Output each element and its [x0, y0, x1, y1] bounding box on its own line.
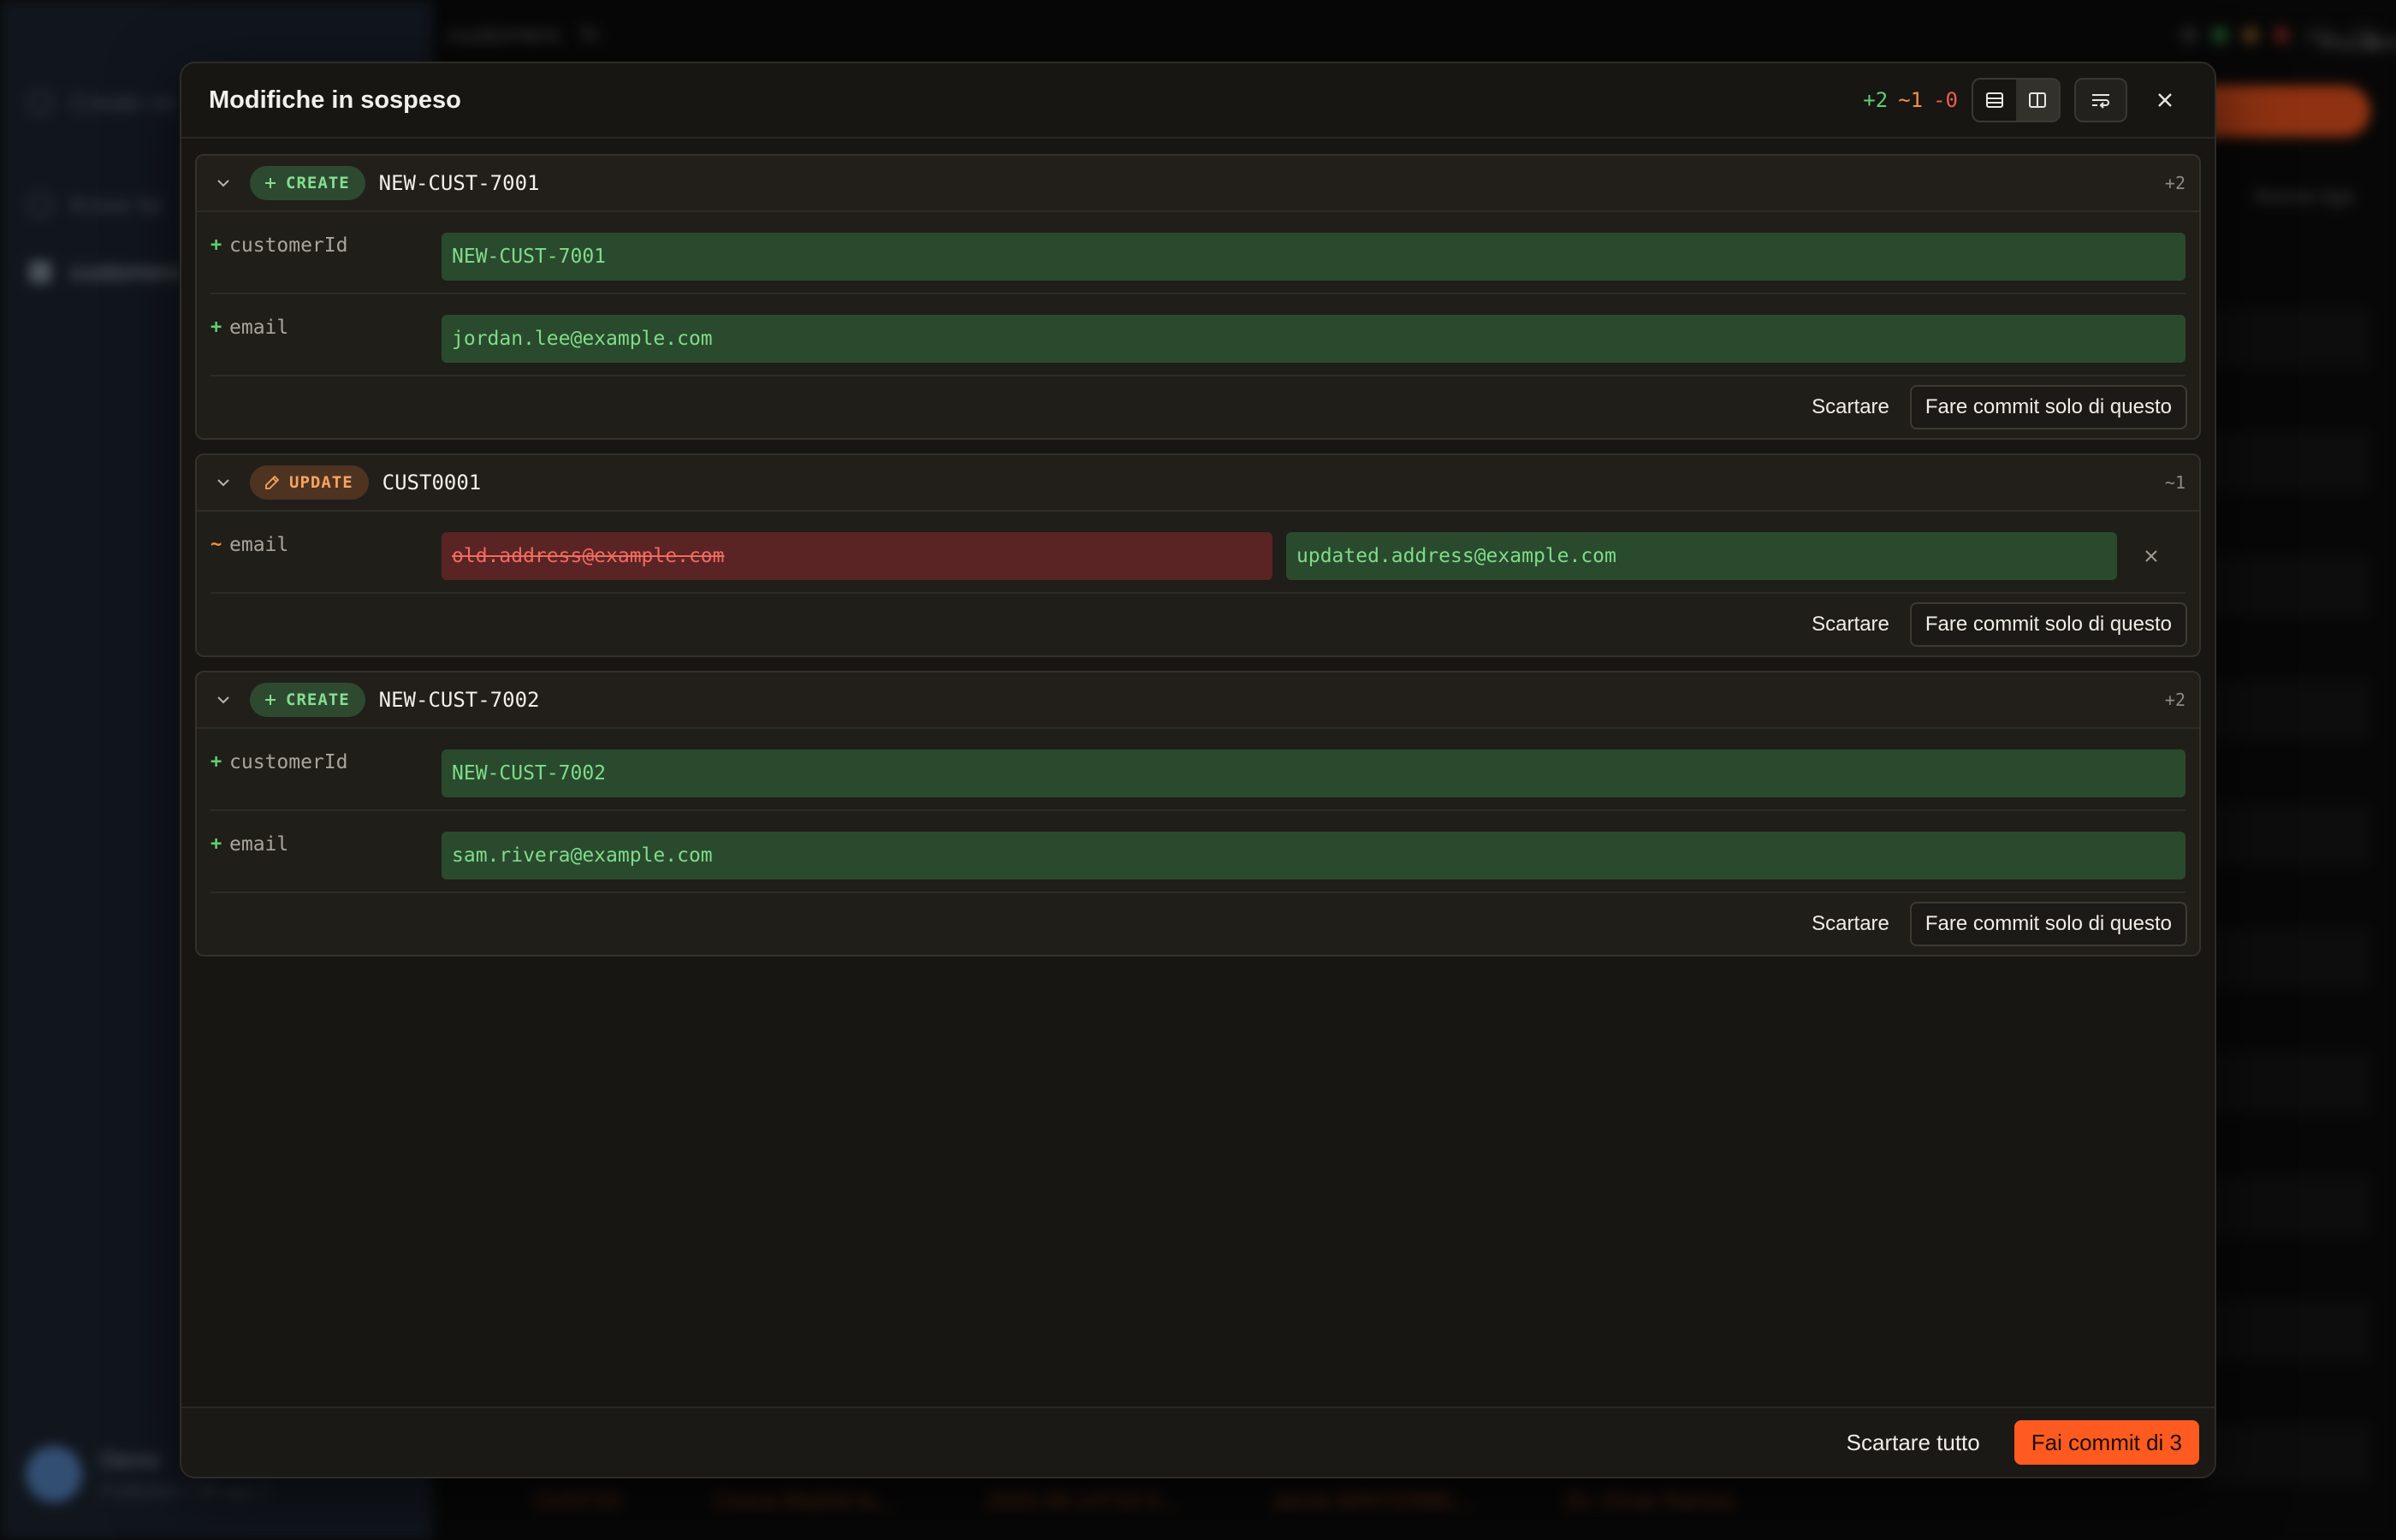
view-mode-toggle	[1972, 78, 2061, 122]
discard-button[interactable]: Scartare	[1812, 905, 1889, 943]
field-name: customerId	[229, 751, 348, 773]
field-change-count: ~1	[2164, 472, 2185, 493]
modal-footer: Scartare tutto Fai commit di 3	[181, 1407, 2215, 1477]
field-name: email	[229, 833, 289, 856]
added-count: +2	[1863, 88, 1889, 112]
wrap-text-icon	[2092, 94, 2109, 109]
old-value: old.address@example.com	[442, 532, 1272, 580]
commit-only-this-button[interactable]: Fare commit solo di questo	[1909, 602, 2187, 647]
modified-count: ~1	[1898, 88, 1924, 112]
change-card: CREATE NEW-CUST-7002 +2 + customerId NEW…	[195, 671, 2201, 957]
close-button[interactable]	[2143, 78, 2187, 122]
chevron-down-icon[interactable]	[211, 470, 236, 495]
badge-label: CREATE	[286, 690, 350, 709]
modal-title: Modifiche in sospeso	[209, 86, 461, 114]
unified-view-button[interactable]	[1973, 80, 2016, 121]
discard-button[interactable]: Scartare	[1812, 606, 1889, 643]
pencil-icon	[265, 475, 280, 489]
changes-list: CREATE NEW-CUST-7001 +2 + customerId NEW…	[195, 154, 2201, 970]
pending-changes-modal: Modifiche in sospeso +2 ~1 -0 CREATE NEW…	[180, 62, 2216, 1478]
added-marker: +	[211, 751, 222, 773]
commit-only-this-button[interactable]: Fare commit solo di questo	[1909, 385, 2187, 429]
field-change-count: +2	[2164, 690, 2185, 710]
commit-only-this-button[interactable]: Fare commit solo di questo	[1909, 902, 2187, 946]
added-marker: +	[211, 833, 222, 855]
change-card-actions: Scartare Fare commit solo di questo	[197, 376, 2199, 438]
field-change-count: +2	[2164, 173, 2185, 193]
change-card-header[interactable]: CREATE NEW-CUST-7001 +2	[197, 156, 2199, 212]
field-name: customerId	[229, 234, 348, 257]
field-row: + email sam.rivera@example.com	[197, 811, 2199, 893]
change-card-header[interactable]: CREATE NEW-CUST-7002 +2	[197, 672, 2199, 729]
rows-icon	[1986, 92, 2003, 108]
field-name: email	[229, 317, 289, 339]
update-badge: UPDATE	[250, 465, 369, 500]
added-marker: +	[211, 234, 222, 256]
change-card-header[interactable]: UPDATE CUST0001 ~1	[197, 455, 2199, 512]
discard-button[interactable]: Scartare	[1812, 388, 1889, 426]
chevron-down-icon[interactable]	[211, 170, 236, 196]
badge-label: CREATE	[286, 174, 350, 192]
close-icon	[2158, 93, 2172, 107]
new-value: sam.rivera@example.com	[442, 832, 2185, 880]
create-badge: CREATE	[250, 683, 365, 717]
change-card: UPDATE CUST0001 ~1 ~ email old.address@e…	[195, 453, 2201, 657]
plus-icon	[265, 178, 276, 188]
create-badge: CREATE	[250, 166, 365, 200]
close-icon	[2145, 550, 2157, 562]
change-counts: +2 ~1 -0	[1863, 88, 1958, 112]
deleted-count: -0	[1933, 88, 1958, 112]
new-value: jordan.lee@example.com	[442, 315, 2185, 363]
record-id: NEW-CUST-7002	[378, 688, 540, 712]
change-card-actions: Scartare Fare commit solo di questo	[197, 893, 2199, 955]
field-name: email	[229, 534, 289, 556]
modified-marker: ~	[211, 534, 222, 555]
new-value: updated.address@example.com	[1286, 532, 2117, 580]
chevron-down-icon[interactable]	[211, 687, 236, 713]
revert-field-button[interactable]	[2117, 532, 2185, 580]
record-id: CUST0001	[382, 471, 482, 495]
split-view-button[interactable]	[2016, 80, 2059, 121]
field-row: ~ email old.address@example.com updated.…	[197, 512, 2199, 594]
change-card-actions: Scartare Fare commit solo di questo	[197, 594, 2199, 655]
field-row: + email jordan.lee@example.com	[197, 294, 2199, 376]
plus-icon	[265, 695, 276, 705]
added-marker: +	[211, 317, 222, 338]
discard-all-button[interactable]: Scartare tutto	[1847, 1430, 1980, 1456]
badge-label: UPDATE	[289, 473, 353, 492]
new-value: NEW-CUST-7002	[442, 749, 2185, 797]
commit-all-button[interactable]: Fai commit di 3	[2013, 1420, 2199, 1465]
change-card: CREATE NEW-CUST-7001 +2 + customerId NEW…	[195, 154, 2201, 440]
modal-header: Modifiche in sospeso +2 ~1 -0	[181, 63, 2215, 139]
wrap-text-button[interactable]	[2074, 78, 2127, 122]
columns-icon	[2029, 92, 2046, 108]
field-row: + customerId NEW-CUST-7002	[197, 729, 2199, 811]
field-row: + customerId NEW-CUST-7001	[197, 212, 2199, 294]
record-id: NEW-CUST-7001	[378, 171, 540, 195]
new-value: NEW-CUST-7001	[442, 233, 2185, 281]
